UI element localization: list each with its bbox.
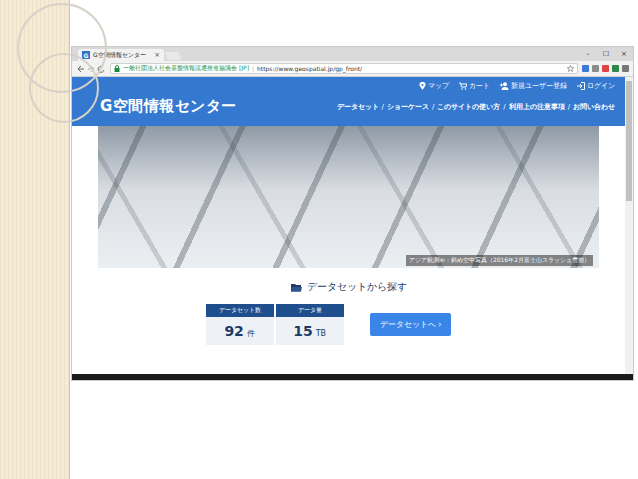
header-main: G空間情報センターデータセット/ショーケース/このサイトの使い方/利用上の注意事… [100, 91, 615, 126]
top-link-label: ログイン [587, 81, 615, 91]
main-nav: データセット/ショーケース/このサイトの使い方/利用上の注意事項/お問い合わせ [337, 102, 615, 112]
nav-separator: / [503, 103, 505, 111]
stat-cell: データセット数92件 [206, 304, 274, 345]
decorative-strip [0, 0, 70, 479]
pin-icon [419, 82, 426, 90]
section-title: データセットから探す [291, 280, 407, 294]
dataset-section: データセットから探すデータセット数92件データ量15TB データセットへ › [72, 268, 625, 359]
extension-icon[interactable] [602, 65, 609, 72]
top-link-label: マップ [428, 81, 449, 91]
site-identity: 一般社団法人社会基盤情報流通推進協議会 [JP] [123, 64, 249, 73]
extension-icon[interactable] [612, 65, 619, 72]
scrollbar[interactable] [625, 77, 633, 374]
nav-link[interactable]: ショーケース [387, 102, 429, 112]
stat-value: 92件 [206, 317, 274, 345]
window-control[interactable]: – [579, 50, 597, 58]
dataset-button[interactable]: データセットへ › [370, 313, 452, 336]
extension-icon[interactable] [592, 65, 599, 72]
stat-value: 15TB [276, 317, 344, 345]
slide: GG空間情報センター×–☐×一般社団法人社会基盤情報流通推進協議会 [JP]|h… [0, 0, 638, 479]
nav-link[interactable]: データセット [337, 102, 379, 112]
browser-tab[interactable]: GG空間情報センター× [78, 49, 164, 61]
folder-icon [291, 283, 302, 292]
window-control[interactable]: ☐ [597, 50, 615, 58]
stat-label: データセット数 [206, 304, 274, 317]
photo-caption: アジア航測㈱：斜め空中写真（2016年2月富士山スラッシュ雪崩） [406, 255, 593, 266]
extensions [582, 65, 629, 72]
nav-separator: / [382, 103, 384, 111]
browser-window: GG空間情報センター×–☐×一般社団法人社会基盤情報流通推進協議会 [JP]|h… [72, 47, 633, 380]
top-link[interactable]: 新規ユーザー登録 [500, 81, 567, 91]
top-link-label: カート [469, 81, 490, 91]
favicon-icon: G [82, 51, 90, 59]
extension-icon[interactable] [582, 65, 589, 72]
taskbar [72, 374, 633, 380]
nav-separator: / [568, 103, 570, 111]
address-bar: 一般社団法人社会基盤情報流通推進協議会 [JP]|https://www.geo… [72, 61, 633, 77]
stat-cell: データ量15TB [276, 304, 344, 345]
rings-icon [4, 0, 124, 136]
nav-link[interactable]: 利用上の注意事項 [509, 102, 565, 112]
tab-title: G空間情報センター [93, 51, 151, 60]
stats-table: データセット数92件データ量15TB [206, 304, 344, 345]
new-tab-button[interactable] [165, 52, 182, 60]
top-link-label: 新規ユーザー登録 [511, 81, 567, 91]
hero-photo: アジア航測㈱：斜め空中写真（2016年2月富士山スラッシュ雪崩） [98, 126, 599, 268]
page-viewport: マップカート新規ユーザー登録ログインG空間情報センターデータセット/ショーケース… [72, 77, 633, 374]
top-links: マップ カート 新規ユーザー登録 ログイン [100, 81, 615, 91]
web-page: マップカート新規ユーザー登録ログインG空間情報センターデータセット/ショーケース… [72, 77, 625, 374]
site-logo[interactable]: G空間情報センター [100, 97, 237, 116]
window-control[interactable]: × [615, 50, 633, 58]
login-icon [577, 82, 585, 90]
top-link[interactable]: カート [459, 81, 490, 91]
tab-close-button[interactable]: × [154, 51, 160, 59]
lock-icon [114, 65, 120, 72]
stat-label: データ量 [276, 304, 344, 317]
top-link[interactable]: マップ [419, 81, 449, 91]
nav-link[interactable]: このサイトの使い方 [437, 102, 500, 112]
nav-link[interactable]: お問い合わせ [573, 102, 615, 112]
url-text: https://www.geospatial.jp/gp_front/ [257, 65, 362, 72]
extension-icon[interactable] [622, 65, 629, 72]
site-header: マップカート新規ユーザー登録ログインG空間情報センターデータセット/ショーケース… [72, 77, 625, 126]
cart-icon [459, 82, 467, 90]
nav-separator: / [432, 103, 434, 111]
url-field[interactable]: 一般社団法人社会基盤情報流通推進協議会 [JP]|https://www.geo… [110, 63, 578, 74]
title-bar: GG空間情報センター×–☐× [72, 47, 633, 61]
add-user-icon [500, 82, 509, 90]
star-icon[interactable] [567, 65, 574, 72]
top-link[interactable]: ログイン [577, 81, 615, 91]
